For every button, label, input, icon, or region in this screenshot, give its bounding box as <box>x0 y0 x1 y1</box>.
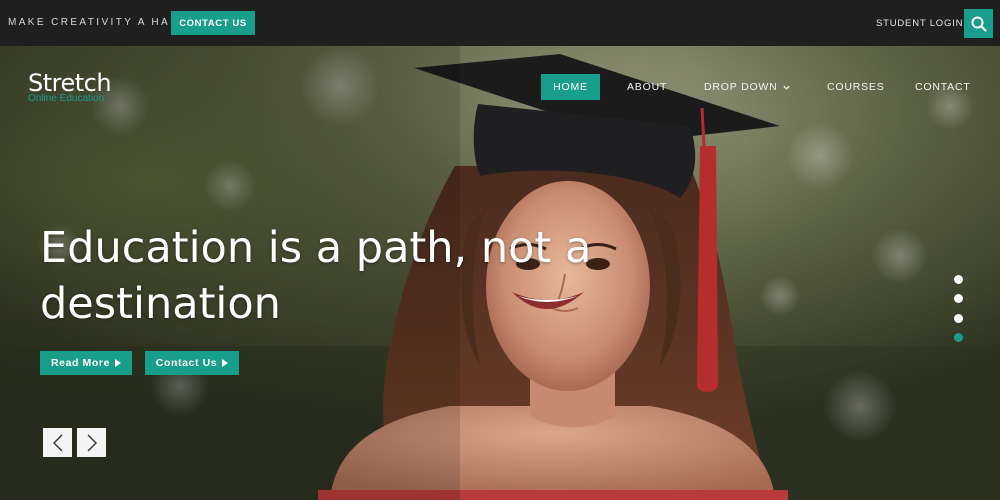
top-bar: MAKE CREATIVITY A HABIT CONTACT US STUDE… <box>0 0 1000 46</box>
hero-headline-line-2: destination <box>40 279 281 329</box>
tagline: MAKE CREATIVITY A HABIT <box>8 17 193 28</box>
nav-item-drop-down[interactable]: DROP DOWN <box>704 74 791 100</box>
nav-item-about[interactable]: ABOUT <box>627 74 667 100</box>
caret-right-icon <box>222 359 229 367</box>
contact-us-label: Contact Us <box>155 357 218 369</box>
contact-us-hero-button[interactable]: Contact Us <box>145 351 239 375</box>
prev-slide-button[interactable] <box>43 428 72 457</box>
site-logo[interactable]: Stretch Online Education <box>28 70 112 104</box>
read-more-button[interactable]: Read More <box>40 351 132 375</box>
slide-dot-2[interactable] <box>954 294 963 303</box>
hero-headline-line-1: Education is a path, not a <box>40 223 592 273</box>
nav-item-home[interactable]: HOME <box>541 74 600 100</box>
nav-item-courses[interactable]: COURSES <box>827 74 885 100</box>
nav-item-contact[interactable]: CONTACT <box>915 74 971 100</box>
contact-us-top-button[interactable]: CONTACT US <box>171 11 255 35</box>
next-slide-button[interactable] <box>77 428 106 457</box>
chevron-right-icon <box>87 434 97 451</box>
student-login-link[interactable]: STUDENT LOGIN <box>876 18 963 29</box>
chevron-left-icon <box>52 434 62 451</box>
nav-item-label: DROP DOWN <box>704 81 778 93</box>
nav-item-label: COURSES <box>827 81 885 93</box>
search-button[interactable] <box>964 9 993 38</box>
read-more-label: Read More <box>50 357 111 369</box>
slide-dot-4[interactable] <box>954 333 963 342</box>
caret-right-icon <box>115 359 122 367</box>
slide-dot-3[interactable] <box>954 314 963 323</box>
hero-headline: Education is a path, not a destination <box>40 220 640 332</box>
chevron-down-icon <box>782 85 790 90</box>
nav-item-label: HOME <box>553 81 588 93</box>
search-icon <box>971 16 987 32</box>
slide-dot-1[interactable] <box>954 275 963 284</box>
nav-item-label: ABOUT <box>627 81 668 93</box>
nav-item-label: CONTACT <box>915 81 971 93</box>
logo-subtitle: Online Education <box>28 93 105 104</box>
